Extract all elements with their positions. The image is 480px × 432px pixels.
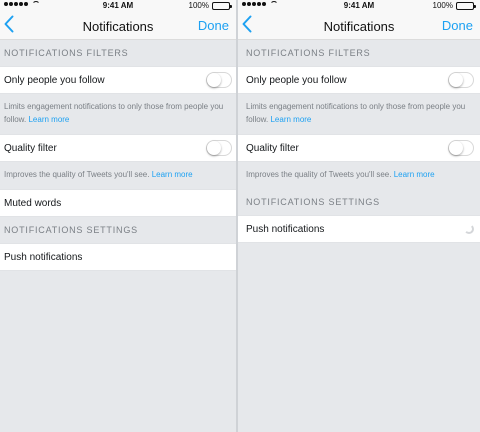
- quality-filter-toggle[interactable]: [448, 140, 474, 156]
- only-people-description: Limits engagement notifications to only …: [238, 94, 480, 134]
- only-people-you-follow-label: Only people you follow: [246, 74, 347, 86]
- muted-words-row[interactable]: Muted words: [0, 189, 236, 217]
- done-button[interactable]: Done: [442, 18, 473, 33]
- section-header-settings: NOTIFICATIONS SETTINGS: [4, 225, 138, 235]
- quality-filter-label: Quality filter: [4, 142, 57, 154]
- only-people-you-follow-toggle[interactable]: [206, 72, 232, 88]
- only-people-you-follow-row: Only people you follow: [238, 66, 480, 94]
- push-notifications-label: Push notifications: [246, 223, 325, 235]
- done-button[interactable]: Done: [198, 18, 229, 33]
- status-bar: 9:41 AM 100%: [0, 0, 236, 12]
- quality-filter-description-text: Improves the quality of Tweets you'll se…: [246, 170, 392, 179]
- muted-words-label: Muted words: [4, 197, 62, 209]
- quality-filter-label: Quality filter: [246, 142, 299, 154]
- quality-filter-row: Quality filter: [0, 134, 236, 162]
- quality-filter-toggle[interactable]: [206, 140, 232, 156]
- nav-bar: Notifications Done: [238, 12, 480, 40]
- battery-status: 100%: [432, 1, 476, 10]
- battery-status: 100%: [188, 1, 232, 10]
- right-screen: 9:41 AM 100% Notifications Done NOTIFICA…: [238, 0, 480, 432]
- section-header-filters: NOTIFICATIONS FILTERS: [4, 48, 129, 58]
- quality-filter-description: Improves the quality of Tweets you'll se…: [238, 162, 480, 189]
- section-header-settings: NOTIFICATIONS SETTINGS: [246, 197, 380, 207]
- only-people-learn-more-link[interactable]: Learn more: [270, 115, 311, 124]
- battery-icon: [456, 1, 476, 10]
- only-people-description: Limits engagement notifications to only …: [0, 94, 236, 134]
- only-people-you-follow-row: Only people you follow: [0, 66, 236, 94]
- battery-icon: [212, 1, 232, 10]
- only-people-you-follow-label: Only people you follow: [4, 74, 105, 86]
- only-people-you-follow-toggle[interactable]: [448, 72, 474, 88]
- status-bar: 9:41 AM 100%: [238, 0, 480, 12]
- quality-filter-learn-more-link[interactable]: Learn more: [152, 170, 193, 179]
- quality-filter-description: Improves the quality of Tweets you'll se…: [0, 162, 236, 189]
- left-screen: 9:41 AM 100% Notifications Done NOTIFICA…: [0, 0, 236, 432]
- battery-percent: 100%: [188, 1, 209, 10]
- quality-filter-description-text: Improves the quality of Tweets you'll se…: [4, 170, 150, 179]
- section-header-filters: NOTIFICATIONS FILTERS: [246, 48, 371, 58]
- only-people-learn-more-link[interactable]: Learn more: [28, 115, 69, 124]
- push-notifications-row[interactable]: Push notifications: [238, 215, 480, 243]
- push-notifications-label: Push notifications: [4, 251, 83, 263]
- quality-filter-learn-more-link[interactable]: Learn more: [394, 170, 435, 179]
- nav-bar: Notifications Done: [0, 12, 236, 40]
- battery-percent: 100%: [432, 1, 453, 10]
- push-notifications-row[interactable]: Push notifications: [0, 243, 236, 271]
- screen: 9:41 AM 100% Notifications Done NOTIFICA…: [0, 0, 480, 432]
- spinner-icon: [464, 224, 474, 234]
- quality-filter-row: Quality filter: [238, 134, 480, 162]
